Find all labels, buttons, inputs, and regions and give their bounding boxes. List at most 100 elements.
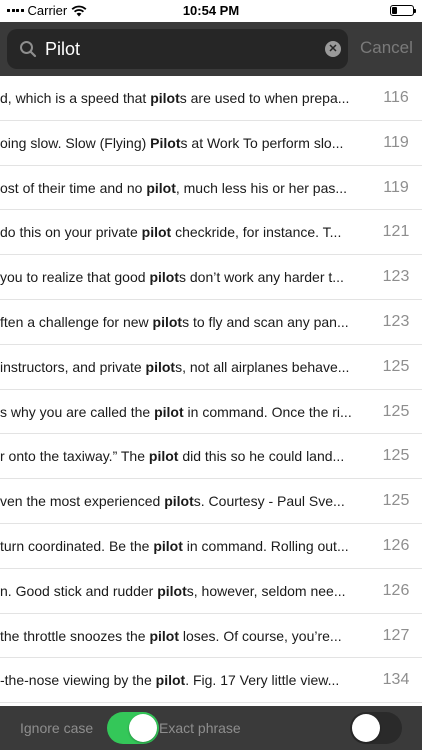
snippet-match: pilot (152, 314, 183, 330)
result-page-number: 123 (382, 313, 410, 330)
snippet-before: ven the most experienced (0, 493, 165, 510)
result-page-number: 127 (382, 626, 410, 644)
result-page-number: 125 (382, 402, 410, 420)
snippet-after: in command. Once the ri... (183, 403, 352, 420)
snippet-match: pilot (141, 224, 172, 241)
toggle-knob (352, 714, 380, 742)
result-snippet: d, which is a speed that pilots are used… (0, 76, 372, 121)
snippet-match: pilot (155, 672, 186, 689)
snippet-after: s. Courtesy - Paul Sve... (193, 493, 345, 510)
exact-phrase-label: Exact phrase (159, 720, 241, 736)
snippet-after: in command. Rolling out... (182, 538, 349, 554)
battery-fill (392, 7, 397, 14)
snippet-after: , much less his or her pas... (175, 179, 348, 196)
result-page-number: 119 (383, 178, 409, 196)
result-row[interactable]: n. Good stick and rudder pilots, however… (0, 569, 422, 614)
result-snippet: you to realize that good pilots don’t wo… (0, 255, 372, 300)
exact-phrase-toggle[interactable] (350, 712, 402, 744)
snippet-before: d, which is a speed that (0, 90, 151, 106)
snippet-after: s, not all airplanes behave... (175, 358, 350, 375)
result-snippet: the throttle snoozes the pilot loses. Of… (0, 614, 372, 659)
result-snippet: n. Good stick and rudder pilots, however… (0, 569, 372, 614)
result-page-number: 123 (382, 268, 410, 286)
snippet-after: did this so he could land... (178, 448, 345, 465)
snippet-before: instructors, and private (0, 358, 146, 375)
snippet-before: ften a challenge for new (0, 314, 153, 330)
result-page-number: 134 (382, 671, 410, 689)
result-page-number: 125 (382, 492, 410, 510)
result-snippet: instructors, and private pilots, not all… (0, 345, 372, 390)
snippet-match: pilot (145, 358, 176, 375)
search-options-bar: Ignore case Exact phrase (0, 706, 422, 750)
result-page-number: 125 (382, 357, 410, 375)
snippet-before: ost of their time and no (0, 179, 147, 196)
result-row[interactable]: s why you are called the pilot in comman… (0, 390, 422, 435)
result-row[interactable]: the throttle snoozes the pilot loses. Of… (0, 614, 422, 659)
result-row[interactable]: ven the most experienced pilots. Courtes… (0, 479, 422, 524)
snippet-before: the throttle snoozes the (0, 627, 150, 644)
snippet-after: s don’t work any harder t... (178, 269, 344, 286)
status-bar: Carrier 10:54 PM (0, 0, 422, 22)
snippet-before: turn coordinated. Be the (0, 538, 154, 554)
snippet-match: pilot (148, 448, 179, 465)
search-box[interactable]: ✕ (7, 29, 348, 69)
snippet-before: do this on your private (0, 224, 142, 241)
result-snippet: turn coordinated. Be the pilot in comman… (0, 524, 372, 569)
search-icon (20, 41, 37, 58)
result-row[interactable]: you to realize that good pilots don’t wo… (0, 255, 422, 300)
status-time: 10:54 PM (182, 3, 240, 18)
result-row[interactable]: r onto the taxiway.” The pilot did this … (0, 434, 422, 480)
snippet-match: pilot (157, 582, 187, 599)
snippet-after: s at Work To perform slo... (180, 134, 344, 151)
snippet-match: pilot (164, 493, 194, 510)
snippet-after: s are used to when prepa... (179, 90, 350, 106)
result-snippet: s why you are called the pilot in comman… (0, 390, 372, 435)
battery-icon (390, 5, 416, 16)
result-page-number: 119 (383, 133, 409, 151)
result-row[interactable]: d, which is a speed that pilots are used… (0, 76, 422, 121)
snippet-after: s, however, seldom nee... (186, 582, 346, 599)
result-row[interactable]: do this on your private pilot checkride,… (0, 210, 422, 256)
snippet-match: pilot (149, 269, 179, 286)
search-header: ✕ Cancel (0, 22, 422, 76)
snippet-after: loses. Of course, you’re... (178, 627, 342, 644)
ignore-case-toggle[interactable] (107, 712, 159, 744)
result-page-number: 121 (382, 223, 410, 241)
result-snippet: ften a challenge for new pilots to fly a… (0, 300, 372, 345)
result-row[interactable]: oing slow. Slow (Flying) Pilots at Work … (0, 121, 422, 166)
result-row[interactable]: -the-nose viewing by the pilot. Fig. 17 … (0, 658, 422, 704)
result-page-number: 126 (382, 537, 410, 554)
result-row[interactable]: ost of their time and no pilot, much les… (0, 166, 422, 211)
snippet-after: s to fly and scan any pan... (182, 314, 349, 330)
result-row[interactable]: ften a challenge for new pilots to fly a… (0, 300, 422, 345)
snippet-match: pilot (146, 179, 176, 196)
snippet-after: . Fig. 17 Very little view... (185, 672, 340, 689)
snippet-before: -the-nose viewing by the (0, 672, 156, 689)
snippet-match: Pilot (150, 134, 181, 151)
snippet-before: you to realize that good (0, 269, 150, 286)
snippet-match: pilot (154, 403, 184, 420)
result-row[interactable]: instructors, and private pilots, not all… (0, 345, 422, 390)
result-snippet: -the-nose viewing by the pilot. Fig. 17 … (0, 658, 372, 703)
result-snippet: do this on your private pilot checkride,… (0, 210, 372, 255)
result-page-number: 125 (382, 447, 410, 465)
result-snippet: r onto the taxiway.” The pilot did this … (0, 434, 372, 479)
snippet-before: oing slow. Slow (Flying) (0, 134, 151, 151)
result-snippet: ven the most experienced pilots. Courtes… (0, 479, 372, 524)
result-page-number: 126 (382, 581, 410, 599)
result-page-number: 116 (383, 89, 409, 106)
snippet-match: pilot (149, 627, 179, 644)
result-snippet: oing slow. Slow (Flying) Pilots at Work … (0, 121, 372, 166)
snippet-before: n. Good stick and rudder (0, 582, 158, 599)
result-snippet: ost of their time and no pilot, much les… (0, 166, 372, 211)
snippet-after: checkride, for instance. T... (171, 224, 342, 241)
search-results-list: d, which is a speed that pilots are used… (0, 76, 422, 706)
search-input[interactable] (45, 34, 320, 64)
toggle-knob (129, 714, 157, 742)
clear-search-icon[interactable]: ✕ (325, 41, 341, 57)
result-row[interactable]: turn coordinated. Be the pilot in comman… (0, 524, 422, 569)
snippet-match: pilot (150, 90, 180, 106)
snippet-before: s why you are called the (0, 403, 155, 420)
ignore-case-label: Ignore case (20, 720, 94, 736)
cancel-button[interactable]: Cancel (360, 38, 413, 58)
